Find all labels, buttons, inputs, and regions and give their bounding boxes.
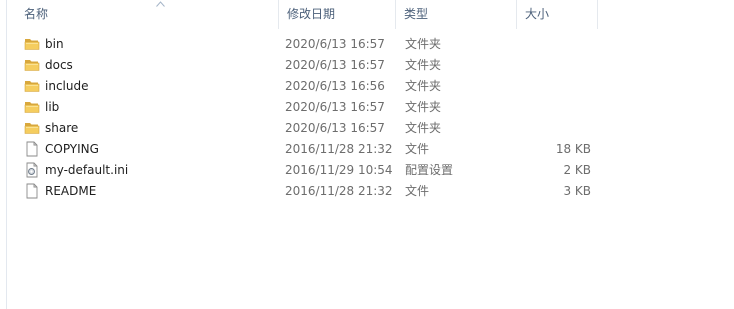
file-modified-date: 2016/11/28 21:32 bbox=[285, 184, 393, 198]
file-type: 配置设置 bbox=[405, 163, 454, 177]
file-name: README bbox=[45, 184, 97, 198]
file-icon bbox=[24, 141, 40, 157]
file-name: docs bbox=[45, 58, 73, 72]
sort-ascending-icon bbox=[156, 1, 165, 7]
file-name: include bbox=[45, 79, 89, 93]
file-type: 文件 bbox=[405, 184, 430, 198]
file-row[interactable]: lib 2020/6/13 16:57 文件夹 bbox=[7, 97, 734, 118]
file-list: bin 2020/6/13 16:57 文件夹 docs 2020/6/13 16:57… bbox=[7, 34, 734, 202]
file-type: 文件夹 bbox=[405, 79, 442, 93]
file-size: 3 KB bbox=[563, 184, 591, 198]
file-size bbox=[520, 76, 591, 97]
file-name: share bbox=[45, 121, 79, 135]
file-type: 文件 bbox=[405, 142, 430, 156]
file-modified-date: 2020/6/13 16:57 bbox=[285, 121, 385, 135]
file-row[interactable]: my-default.ini 2016/11/29 10:54 配置设置 2 KB bbox=[7, 160, 734, 181]
file-name: bin bbox=[45, 37, 64, 51]
folder-icon bbox=[24, 57, 40, 73]
file-name: COPYING bbox=[45, 142, 99, 156]
file-type: 文件夹 bbox=[405, 37, 442, 51]
file-size bbox=[520, 34, 591, 55]
file-icon bbox=[24, 183, 40, 199]
column-header-date-label: 修改日期 bbox=[287, 7, 336, 21]
column-header-type[interactable]: 类型 bbox=[396, 0, 517, 29]
file-type: 文件夹 bbox=[405, 100, 442, 114]
file-modified-date: 2020/6/13 16:57 bbox=[285, 100, 385, 114]
file-name: my-default.ini bbox=[45, 163, 129, 177]
file-modified-date: 2020/6/13 16:57 bbox=[285, 37, 385, 51]
file-name: lib bbox=[45, 100, 60, 114]
file-modified-date: 2016/11/29 10:54 bbox=[285, 163, 393, 177]
folder-icon bbox=[24, 78, 40, 94]
column-header-type-label: 类型 bbox=[404, 7, 429, 21]
column-header-size[interactable]: 大小 bbox=[517, 0, 598, 29]
column-header-date[interactable]: 修改日期 bbox=[279, 0, 396, 29]
column-header-size-label: 大小 bbox=[525, 7, 550, 21]
column-header-name-label: 名称 bbox=[24, 7, 49, 21]
file-size bbox=[520, 118, 591, 139]
file-row[interactable]: bin 2020/6/13 16:57 文件夹 bbox=[7, 34, 734, 55]
file-size bbox=[520, 97, 591, 118]
settings-file-icon bbox=[24, 162, 40, 178]
folder-icon bbox=[24, 36, 40, 52]
file-row[interactable]: share 2020/6/13 16:57 文件夹 bbox=[7, 118, 734, 139]
file-size: 2 KB bbox=[563, 163, 591, 177]
file-size: 18 KB bbox=[555, 142, 591, 156]
column-header-row: 名称 修改日期 类型 大小 bbox=[7, 0, 734, 29]
file-modified-date: 2020/6/13 16:56 bbox=[285, 79, 385, 93]
file-type: 文件夹 bbox=[405, 121, 442, 135]
file-type: 文件夹 bbox=[405, 58, 442, 72]
folder-icon bbox=[24, 99, 40, 115]
file-modified-date: 2020/6/13 16:57 bbox=[285, 58, 385, 72]
folder-icon bbox=[24, 120, 40, 136]
file-modified-date: 2016/11/28 21:32 bbox=[285, 142, 393, 156]
file-row[interactable]: include 2020/6/13 16:56 文件夹 bbox=[7, 76, 734, 97]
file-size bbox=[520, 55, 591, 76]
column-header-name[interactable]: 名称 bbox=[16, 0, 279, 29]
file-row[interactable]: README 2016/11/28 21:32 文件 3 KB bbox=[7, 181, 734, 202]
file-row[interactable]: docs 2020/6/13 16:57 文件夹 bbox=[7, 55, 734, 76]
file-row[interactable]: COPYING 2016/11/28 21:32 文件 18 KB bbox=[7, 139, 734, 160]
